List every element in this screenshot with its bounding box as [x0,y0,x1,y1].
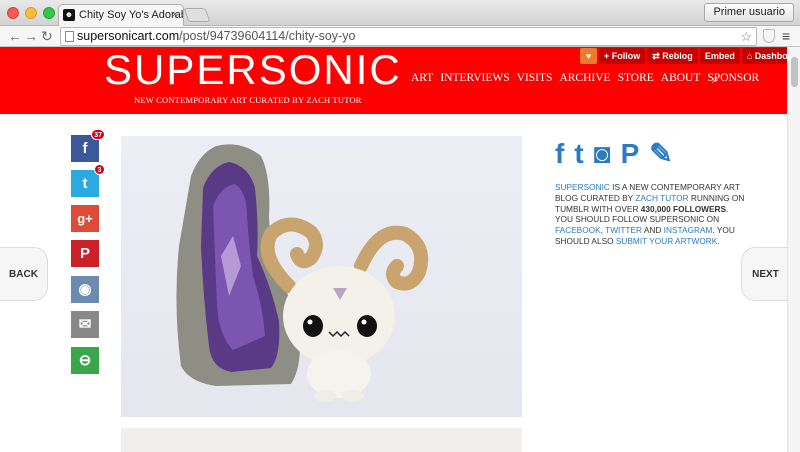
nav-store[interactable]: STORE [618,72,654,84]
social-follow-icons: f t ◙ P ✎ [555,139,673,169]
reblog-button[interactable]: ⇄ Reblog [647,48,698,64]
tab-title: Chity Soy Yo's Adorable C [79,9,183,21]
browser-tab-strip: ☻ Chity Soy Yo's Adorable C × Primer usu… [0,0,800,26]
tumblr-controls: ♥ + Follow ⇄ Reblog Embed ⌂ Dashboard [580,48,787,64]
main-nav: ART INTERVIEWS VISITS ARCHIVE STORE ABOU… [411,72,759,84]
facebook-icon: f [82,140,88,157]
twitter-icon: t [82,175,88,192]
pinterest-icon: P [79,245,90,262]
site-header: SUPERSONIC NEW CONTEMPORARY ART CURATED … [0,47,787,114]
feedly-follow-icon[interactable]: ✎ [649,139,672,169]
new-tab-button[interactable] [183,8,211,22]
twitter-link[interactable]: TWITTER [605,225,642,235]
address-bar[interactable]: supersonicart.com/post/94739604114/chity… [60,27,757,46]
about-text-5: AND [642,225,664,236]
facebook-link[interactable]: FACEBOOK [555,225,601,235]
web-page: SUPERSONIC NEW CONTEMPORARY ART CURATED … [0,47,787,452]
pinterest-follow-icon[interactable]: P [621,139,640,169]
url-host: supersonicart.com [77,29,180,43]
dashboard-button[interactable]: ⌂ Dashboard [741,48,787,64]
follower-count: 430,000 FOLLOWERS [640,203,727,214]
share-sharethis-button[interactable]: ⊖ [71,347,99,374]
twitter-follow-icon[interactable]: t [574,139,583,169]
browser-toolbar: ← → ↻ supersonicart.com/post/94739604114… [0,26,800,47]
curator-link[interactable]: ZACH TUTOR [635,193,688,203]
share-pinterest-button[interactable]: P [71,240,99,267]
profile-button[interactable]: Primer usuario [704,3,794,22]
sharethis-icon: ⊖ [78,352,92,369]
back-button[interactable]: BACK [0,247,48,301]
nav-archive[interactable]: ARCHIVE [559,72,610,84]
url-path: /post/94739604114/chity-soy-yo [179,29,356,43]
browser-tab[interactable]: ☻ Chity Soy Yo's Adorable C × [58,4,184,26]
nav-visits[interactable]: VISITS [517,72,553,84]
close-window-button[interactable] [7,7,19,19]
search-icon[interactable]: ⌕ [712,72,719,87]
extension-shield-icon[interactable] [763,29,775,43]
follow-button[interactable]: + Follow [599,48,646,64]
email-icon: ✉ [78,316,92,333]
forward-arrow-icon[interactable]: → [24,26,38,46]
maximize-window-button[interactable] [43,7,55,19]
submit-artwork-link[interactable]: SUBMIT YOUR ARTWORK [616,236,717,246]
brand-link[interactable]: SUPERSONIC [555,182,610,192]
instagram-follow-icon[interactable]: ◙ [594,139,611,169]
share-reddit-button[interactable]: ◉ [71,276,99,303]
reload-icon[interactable]: ↻ [41,26,53,46]
reddit-icon: ◉ [78,281,92,298]
instagram-link[interactable]: INSTAGRAM [664,225,713,235]
page-icon [65,31,74,42]
tab-close-icon[interactable]: × [172,5,178,25]
share-email-button[interactable]: ✉ [71,311,99,338]
amethyst-and-plush-illustration [176,144,429,402]
browser-menu-icon[interactable]: ≡ [782,26,790,46]
site-logo[interactable]: SUPERSONIC [104,47,402,93]
google-plus-icon: g+ [77,211,93,226]
back-arrow-icon[interactable]: ← [8,26,22,46]
share-facebook-button[interactable]: f 37 [71,129,105,162]
like-heart-button[interactable]: ♥ [580,48,597,64]
facebook-share-count: 37 [91,129,105,140]
nav-art[interactable]: ART [411,72,433,84]
next-photo-preview [121,428,522,452]
next-button[interactable]: NEXT [741,247,787,301]
about-text-7: . [717,235,720,246]
page-scrollbar[interactable] [787,47,800,452]
twitter-share-count: 3 [94,164,105,175]
bookmark-star-icon[interactable]: ☆ [740,28,752,45]
embed-button[interactable]: Embed [699,48,740,64]
share-google-plus-button[interactable]: g+ [71,205,99,232]
nav-interviews[interactable]: INTERVIEWS [440,72,509,84]
artwork-photo[interactable] [121,136,522,417]
nav-about[interactable]: ABOUT [661,72,701,84]
favicon-icon: ☻ [63,9,75,21]
scrollbar-thumb[interactable] [791,57,798,87]
about-blurb: SUPERSONIC IS A NEW CONTEMPORARY ART BLO… [555,182,745,247]
facebook-follow-icon[interactable]: f [555,139,564,169]
share-twitter-button[interactable]: t 3 [71,164,105,197]
minimize-window-button[interactable] [25,7,37,19]
site-tagline: NEW CONTEMPORARY ART CURATED BY ZACH TUT… [134,95,362,105]
